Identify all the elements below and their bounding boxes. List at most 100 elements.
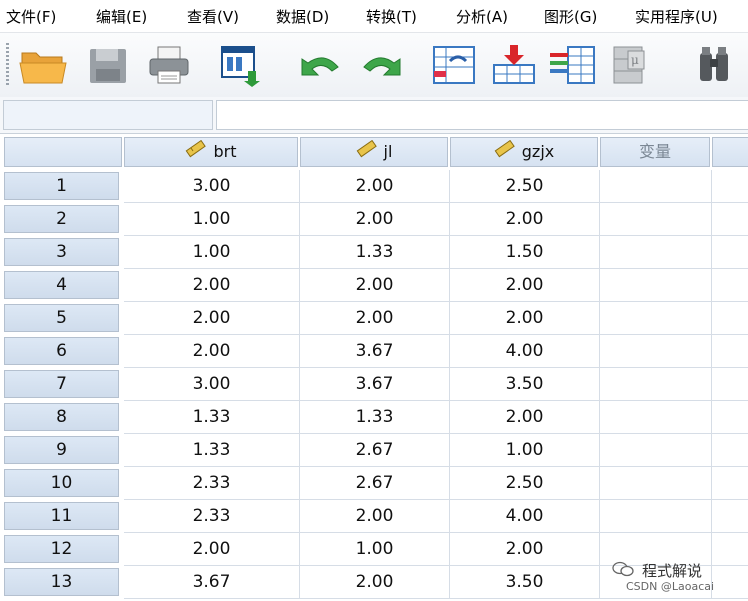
table-cell[interactable]: 3.50 [450, 566, 600, 599]
table-cell[interactable]: 2.67 [300, 434, 450, 467]
row-header[interactable]: 3 [4, 238, 119, 266]
table-cell[interactable] [712, 335, 748, 368]
table-cell[interactable]: 2.00 [450, 203, 600, 236]
table-cell[interactable]: 2.00 [124, 269, 300, 302]
column-header-jl[interactable]: jl [300, 137, 448, 167]
goto-case-icon[interactable] [428, 41, 480, 89]
table-cell[interactable] [712, 203, 748, 236]
menu-edit[interactable]: 编辑(E) [96, 6, 147, 27]
find-icon[interactable] [692, 41, 744, 89]
table-cell[interactable] [712, 467, 748, 500]
table-cell[interactable]: 2.00 [300, 566, 450, 599]
toolbar-grip[interactable] [6, 43, 9, 87]
table-cell[interactable]: 2.00 [300, 203, 450, 236]
cell-value-field[interactable] [216, 100, 748, 130]
table-cell[interactable] [600, 170, 712, 203]
table-cell[interactable]: 2.00 [300, 302, 450, 335]
table-cell[interactable]: 3.67 [124, 566, 300, 599]
table-cell[interactable]: 2.00 [300, 500, 450, 533]
table-cell[interactable]: 2.00 [124, 533, 300, 566]
table-cell[interactable] [600, 401, 712, 434]
table-cell[interactable]: 3.50 [450, 368, 600, 401]
row-header[interactable]: 4 [4, 271, 119, 299]
row-header[interactable]: 12 [4, 535, 119, 563]
table-cell[interactable]: 3.00 [124, 368, 300, 401]
row-header[interactable]: 7 [4, 370, 119, 398]
menu-file[interactable]: 文件(F) [6, 6, 56, 27]
table-cell[interactable]: 1.33 [124, 401, 300, 434]
table-cell[interactable]: 2.00 [124, 302, 300, 335]
row-header[interactable]: 1 [4, 172, 119, 200]
table-cell[interactable]: 4.00 [450, 335, 600, 368]
print-icon[interactable] [146, 41, 198, 89]
table-cell[interactable]: 2.50 [450, 467, 600, 500]
table-cell[interactable] [600, 434, 712, 467]
row-header[interactable]: 10 [4, 469, 119, 497]
variables-icon[interactable] [548, 41, 600, 89]
open-folder-icon[interactable] [18, 41, 70, 89]
table-cell[interactable]: 2.50 [450, 170, 600, 203]
table-cell[interactable]: 1.50 [450, 236, 600, 269]
column-header-empty[interactable] [712, 137, 748, 167]
menu-transform[interactable]: 转换(T) [366, 6, 417, 27]
table-cell[interactable]: 1.00 [124, 203, 300, 236]
table-cell[interactable] [712, 533, 748, 566]
table-cell[interactable] [600, 335, 712, 368]
table-cell[interactable] [712, 401, 748, 434]
table-cell[interactable]: 2.33 [124, 467, 300, 500]
menu-analyze[interactable]: 分析(A) [456, 6, 508, 27]
table-cell[interactable] [600, 269, 712, 302]
table-cell[interactable]: 1.33 [300, 401, 450, 434]
table-cell[interactable]: 2.33 [124, 500, 300, 533]
row-header[interactable]: 13 [4, 568, 119, 596]
table-cell[interactable] [600, 302, 712, 335]
table-cell[interactable]: 2.00 [450, 302, 600, 335]
dialog-recall-icon[interactable] [218, 41, 270, 89]
value-labels-icon[interactable]: μ [610, 41, 662, 89]
cell-reference-field[interactable] [3, 100, 213, 130]
table-cell[interactable]: 2.00 [300, 170, 450, 203]
table-cell[interactable] [712, 566, 748, 599]
row-header[interactable]: 11 [4, 502, 119, 530]
grid-corner[interactable] [4, 137, 122, 167]
table-cell[interactable] [712, 368, 748, 401]
row-header[interactable]: 2 [4, 205, 119, 233]
row-header[interactable]: 8 [4, 403, 119, 431]
menu-data[interactable]: 数据(D) [276, 6, 329, 27]
menu-graphs[interactable]: 图形(G) [544, 6, 597, 27]
row-header[interactable]: 6 [4, 337, 119, 365]
table-cell[interactable]: 2.00 [450, 269, 600, 302]
table-cell[interactable] [712, 170, 748, 203]
table-cell[interactable]: 1.00 [450, 434, 600, 467]
table-cell[interactable] [600, 203, 712, 236]
column-header-brt[interactable]: brt [124, 137, 298, 167]
table-cell[interactable]: 1.33 [300, 236, 450, 269]
table-cell[interactable]: 3.67 [300, 368, 450, 401]
row-header[interactable]: 9 [4, 436, 119, 464]
table-cell[interactable]: 2.00 [300, 269, 450, 302]
undo-icon[interactable] [294, 41, 346, 89]
table-cell[interactable] [712, 236, 748, 269]
table-cell[interactable] [712, 500, 748, 533]
table-cell[interactable] [712, 269, 748, 302]
redo-icon[interactable] [356, 41, 408, 89]
table-cell[interactable] [600, 500, 712, 533]
row-header[interactable]: 5 [4, 304, 119, 332]
table-cell[interactable] [600, 467, 712, 500]
table-cell[interactable]: 4.00 [450, 500, 600, 533]
table-cell[interactable]: 1.33 [124, 434, 300, 467]
column-header-gzjx[interactable]: gzjx [450, 137, 598, 167]
table-cell[interactable]: 2.00 [124, 335, 300, 368]
table-cell[interactable] [600, 236, 712, 269]
table-cell[interactable]: 1.00 [300, 533, 450, 566]
table-cell[interactable]: 3.67 [300, 335, 450, 368]
table-cell[interactable]: 2.67 [300, 467, 450, 500]
menu-utilities[interactable]: 实用程序(U) [635, 6, 718, 27]
table-cell[interactable] [712, 434, 748, 467]
table-cell[interactable]: 1.00 [124, 236, 300, 269]
table-cell[interactable]: 3.00 [124, 170, 300, 203]
column-header-empty-var[interactable]: 变量 [600, 137, 710, 167]
goto-variable-icon[interactable] [490, 41, 542, 89]
menu-view[interactable]: 查看(V) [187, 6, 239, 27]
table-cell[interactable] [600, 368, 712, 401]
